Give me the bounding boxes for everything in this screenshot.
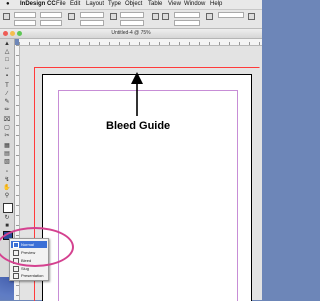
mode-presentation-label: Presentation [21, 273, 44, 278]
mode-presentation[interactable]: Presentation [11, 272, 47, 279]
arrow-head [131, 72, 143, 84]
mode-slug-label: Slug [21, 266, 30, 271]
presentation-mode-icon [13, 272, 19, 279]
bleed-guide-label: Bleed Guide [106, 120, 171, 132]
